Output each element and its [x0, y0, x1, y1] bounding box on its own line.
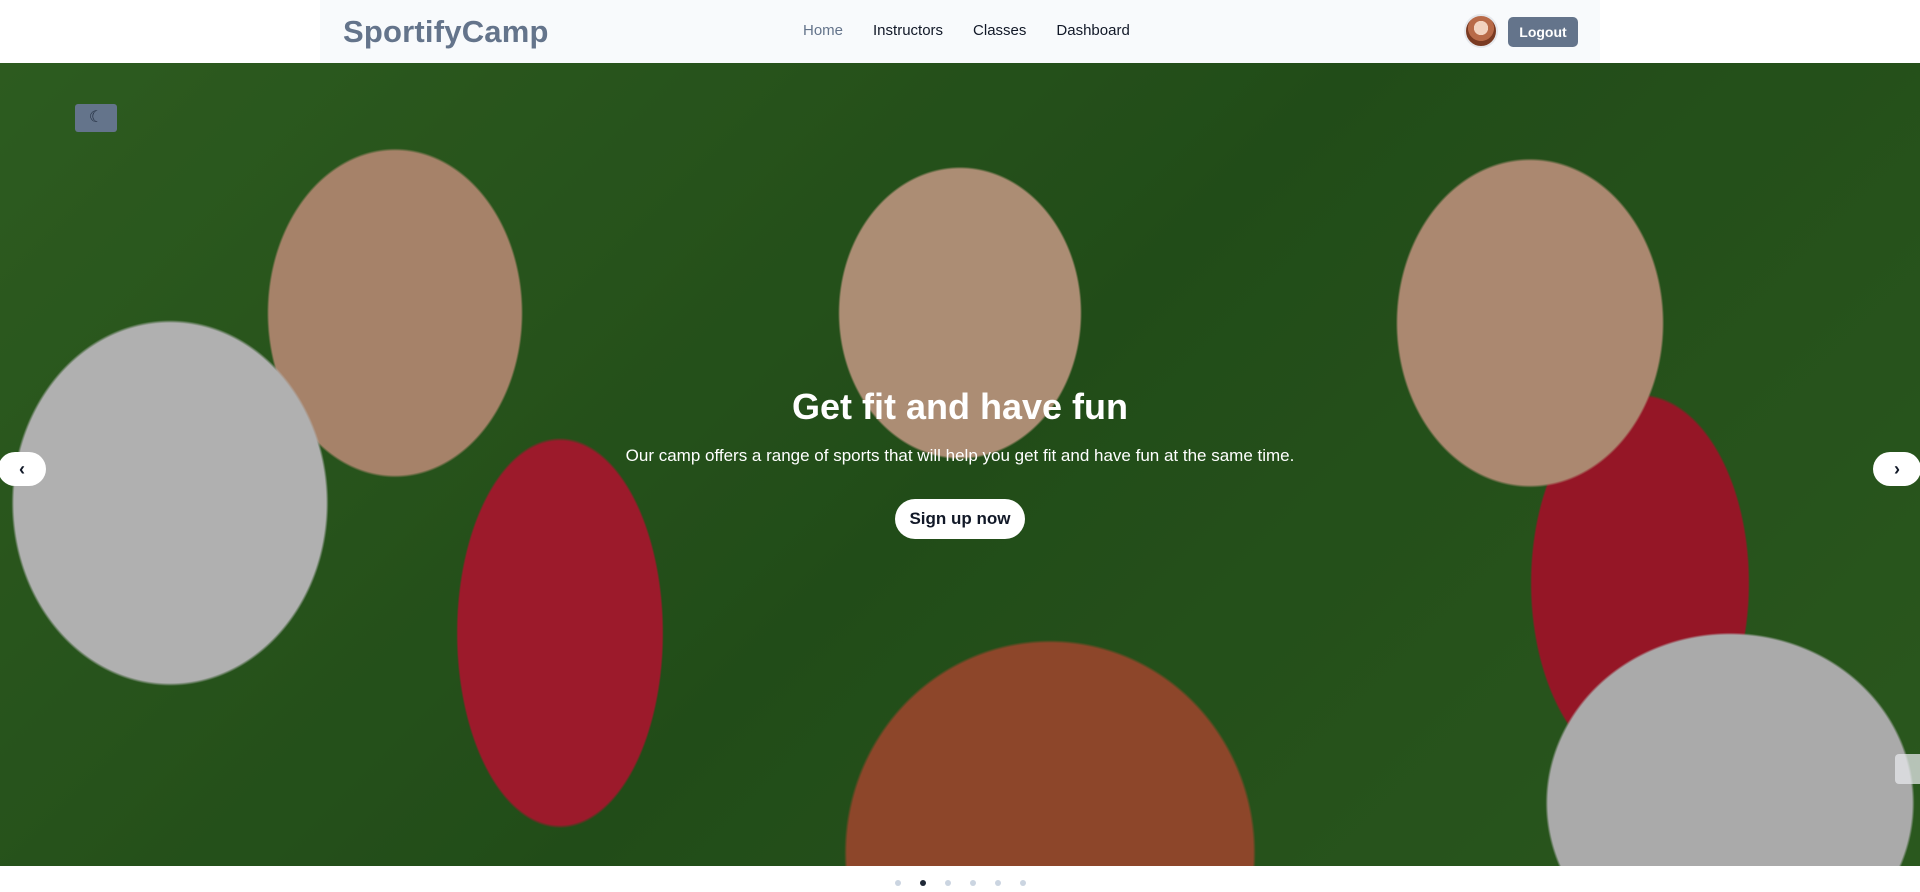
navbar: SportifyCamp Home Instructors Classes Da… — [0, 0, 1920, 63]
nav-link-instructors[interactable]: Instructors — [873, 22, 943, 39]
moon-icon: ☾ — [88, 109, 104, 126]
brand-logo[interactable]: SportifyCamp — [343, 14, 549, 50]
nav-link-home[interactable]: Home — [803, 22, 843, 39]
carousel-dot[interactable] — [945, 880, 951, 886]
nav-link-dashboard[interactable]: Dashboard — [1056, 22, 1129, 39]
user-avatar[interactable] — [1464, 14, 1498, 48]
hero-title: Get fit and have fun — [791, 386, 1129, 427]
sign-up-button[interactable]: Sign up now — [895, 499, 1025, 539]
chevron-left-icon: ‹ — [19, 458, 25, 479]
carousel-dot[interactable] — [1020, 880, 1026, 886]
logout-button[interactable]: Logout — [1508, 17, 1578, 47]
hero-subtitle: Our camp offers a range of sports that w… — [625, 446, 1295, 465]
carousel-next-button[interactable]: › — [1873, 452, 1920, 486]
theme-toggle-button[interactable]: ☾ — [75, 104, 117, 132]
side-widget[interactable] — [1895, 754, 1920, 784]
nav-links: Home Instructors Classes Dashboard — [803, 22, 1130, 39]
carousel-dot[interactable] — [970, 880, 976, 886]
hero-carousel: ☾ Get fit and have fun Our camp offers a… — [0, 63, 1920, 866]
carousel-dot[interactable] — [995, 880, 1001, 886]
nav-link-classes[interactable]: Classes — [973, 22, 1026, 39]
carousel-prev-button[interactable]: ‹ — [0, 452, 46, 486]
carousel-indicators — [895, 880, 1026, 886]
carousel-dot[interactable] — [895, 880, 901, 886]
chevron-right-icon: › — [1894, 458, 1900, 479]
navbar-container: SportifyCamp Home Instructors Classes Da… — [320, 0, 1600, 63]
carousel-dot[interactable] — [920, 880, 926, 886]
